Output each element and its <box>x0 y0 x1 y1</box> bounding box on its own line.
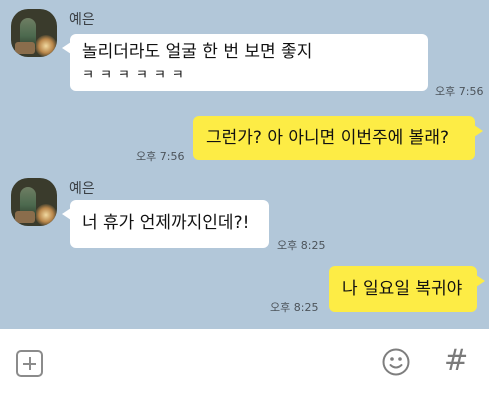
message-text: 나 일요일 복귀야 <box>342 279 463 299</box>
message-time: 오후 8:25 <box>277 239 326 252</box>
message-text: 그런가? 아 아니면 이번주에 볼래? <box>206 128 449 148</box>
plus-square-icon[interactable] <box>16 350 43 377</box>
message-time: 오후 8:25 <box>270 301 319 314</box>
message-bubble-sent[interactable]: 그런가? 아 아니면 이번주에 볼래? <box>193 116 483 160</box>
message-text-laugh: ㅋㅋㅋㅋㅋㅋ <box>82 68 190 83</box>
message-bubble-received[interactable]: 놀리더라도 얼굴 한 번 보면 좋지 ㅋㅋㅋㅋㅋㅋ <box>62 34 428 91</box>
contact-name: 예은 <box>69 12 95 28</box>
hashtag-icon[interactable]: # <box>444 343 468 377</box>
message-bubble-received[interactable]: 너 휴가 언제까지인데?! <box>62 200 269 248</box>
contact-name: 예은 <box>69 181 95 197</box>
message-bubble-sent[interactable]: 나 일요일 복귀야 <box>329 266 485 312</box>
smiley-icon[interactable] <box>381 347 411 377</box>
message-time: 오후 7:56 <box>435 85 484 98</box>
message-input-bar[interactable]: # <box>0 329 489 417</box>
message-text: 놀리더라도 얼굴 한 번 보면 좋지 <box>82 42 313 62</box>
message-time: 오후 7:56 <box>136 150 185 163</box>
chat-area[interactable]: 예은 놀리더라도 얼굴 한 번 보면 좋지 ㅋㅋㅋㅋㅋㅋ 오후 7:56 오후 … <box>0 0 489 329</box>
message-text: 너 휴가 언제까지인데?! <box>82 213 250 233</box>
contact-avatar[interactable] <box>11 178 57 226</box>
contact-avatar[interactable] <box>11 9 57 57</box>
